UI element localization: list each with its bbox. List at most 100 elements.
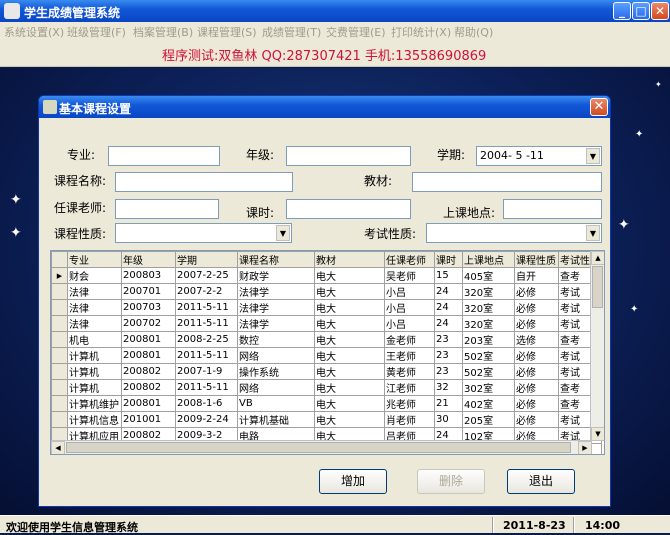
table-cell[interactable]: 必修 — [514, 395, 559, 412]
table-row[interactable]: 计算机维护 200801 2008-1-6 VB 电大 兆老师 21 402室 必修 查考 — [51, 395, 602, 412]
table-cell[interactable]: 网络 — [237, 379, 315, 396]
scroll-left-icon[interactable]: ◀ — [51, 441, 65, 454]
menu-archive[interactable]: 档案管理(B) — [133, 24, 193, 40]
table-cell[interactable]: 小吕 — [384, 315, 435, 332]
table-cell[interactable]: 计算机 — [67, 363, 122, 380]
chevron-down-icon[interactable]: ▼ — [586, 225, 600, 241]
table-cell[interactable]: 财政学 — [237, 267, 315, 284]
close-button[interactable]: ✕ — [651, 2, 669, 20]
table-cell[interactable]: 502室 — [462, 363, 515, 380]
table-row[interactable]: 法律 200703 2011-5-11 法律学 电大 小吕 24 320室 必修 考试 — [51, 299, 602, 316]
table-cell[interactable]: 电大 — [314, 363, 385, 380]
column-header[interactable]: 教材 — [314, 251, 385, 268]
table-cell[interactable]: 2007-1-9 — [175, 363, 238, 380]
table-cell[interactable]: 2007-2-2 — [175, 283, 238, 300]
table-cell[interactable]: 200801 — [121, 395, 176, 412]
table-cell[interactable]: 金老师 — [384, 331, 435, 348]
table-cell[interactable]: 江老师 — [384, 379, 435, 396]
table-cell[interactable]: 402室 — [462, 395, 515, 412]
major-input[interactable] — [108, 146, 220, 166]
table-cell[interactable]: 兆老师 — [384, 395, 435, 412]
table-cell[interactable]: 必修 — [514, 347, 559, 364]
table-cell[interactable]: 2008-2-25 — [175, 331, 238, 348]
delete-button[interactable]: 删除 — [417, 469, 485, 494]
table-cell[interactable]: 计算机信息 — [67, 411, 122, 428]
table-cell[interactable]: 21 — [434, 395, 463, 412]
table-row[interactable]: 计算机 200802 2011-5-11 网络 电大 江老师 32 302室 必修 查考 — [51, 379, 602, 396]
table-cell[interactable]: 必修 — [514, 315, 559, 332]
scroll-up-icon[interactable]: ▲ — [591, 251, 604, 265]
course-type-select[interactable]: ▼ — [115, 223, 292, 243]
menu-system[interactable]: 系统设置(X) — [4, 24, 64, 40]
course-name-input[interactable] — [115, 172, 293, 192]
row-selector[interactable] — [51, 315, 68, 332]
table-cell[interactable]: 必修 — [514, 379, 559, 396]
column-header[interactable]: 年级 — [121, 251, 176, 268]
table-cell[interactable]: 2009-2-24 — [175, 411, 238, 428]
table-cell[interactable]: 电大 — [314, 283, 385, 300]
table-cell[interactable]: 小吕 — [384, 283, 435, 300]
table-cell[interactable]: 320室 — [462, 299, 515, 316]
table-cell[interactable]: 24 — [434, 299, 463, 316]
table-cell[interactable]: 2011-5-11 — [175, 379, 238, 396]
table-cell[interactable]: 302室 — [462, 379, 515, 396]
table-cell[interactable]: 数控 — [237, 331, 315, 348]
table-cell[interactable]: 法律 — [67, 299, 122, 316]
scroll-right-icon[interactable]: ▶ — [578, 441, 592, 454]
table-row[interactable]: 法律 200702 2011-5-11 法律学 电大 小吕 24 320室 必修 考试 — [51, 315, 602, 332]
scroll-thumb[interactable] — [66, 442, 571, 453]
table-cell[interactable]: 小吕 — [384, 299, 435, 316]
table-cell[interactable]: 电大 — [314, 379, 385, 396]
row-selector[interactable] — [51, 299, 68, 316]
column-header[interactable]: 上课地点 — [462, 251, 515, 268]
table-cell[interactable]: 2008-1-6 — [175, 395, 238, 412]
row-selector[interactable] — [51, 363, 68, 380]
table-cell[interactable]: 计算机维护 — [67, 395, 122, 412]
table-cell[interactable]: 200803 — [121, 267, 176, 284]
table-cell[interactable]: 必修 — [514, 283, 559, 300]
table-cell[interactable]: 23 — [434, 363, 463, 380]
term-date-picker[interactable]: 2004- 5 -11 ▼ — [476, 146, 602, 166]
table-cell[interactable]: 24 — [434, 283, 463, 300]
table-cell[interactable]: 15 — [434, 267, 463, 284]
scroll-thumb[interactable] — [592, 266, 603, 308]
table-cell[interactable]: 电大 — [314, 411, 385, 428]
table-cell[interactable]: 网络 — [237, 347, 315, 364]
table-cell[interactable]: 电大 — [314, 299, 385, 316]
table-cell[interactable]: 200701 — [121, 283, 176, 300]
table-cell[interactable]: 2011-5-11 — [175, 347, 238, 364]
grade-input[interactable] — [286, 146, 411, 166]
table-cell[interactable]: 必修 — [514, 363, 559, 380]
column-header[interactable]: 课程性质 — [514, 251, 559, 268]
table-cell[interactable]: 30 — [434, 411, 463, 428]
table-cell[interactable]: 32 — [434, 379, 463, 396]
table-row[interactable]: 机电 200801 2008-2-25 数控 电大 金老师 23 203室 选修 查考 — [51, 331, 602, 348]
table-row[interactable]: 计算机 200802 2007-1-9 操作系统 电大 黄老师 23 502室 必修 考试 — [51, 363, 602, 380]
maximize-button[interactable]: □ — [632, 2, 650, 20]
menu-help[interactable]: 帮助(Q) — [454, 24, 493, 40]
table-row[interactable]: 计算机信息 201001 2009-2-24 计算机基础 电大 肖老师 30 205室 必修 考试 — [51, 411, 602, 428]
table-cell[interactable]: 财会 — [67, 267, 122, 284]
menu-fee[interactable]: 交费管理(E) — [326, 24, 386, 40]
table-cell[interactable]: 吴老师 — [384, 267, 435, 284]
table-row[interactable]: ▶ 财会 200803 2007-2-25 财政学 电大 吴老师 15 405室 自开 查考 — [51, 267, 602, 284]
table-cell[interactable]: 计算机基础 — [237, 411, 315, 428]
table-cell[interactable]: 肖老师 — [384, 411, 435, 428]
menu-class[interactable]: 班级管理(F) — [67, 24, 126, 40]
table-cell[interactable]: 203室 — [462, 331, 515, 348]
table-cell[interactable]: 200802 — [121, 379, 176, 396]
menu-score[interactable]: 成绩管理(T) — [262, 24, 321, 40]
table-cell[interactable]: 电大 — [314, 347, 385, 364]
table-cell[interactable]: 必修 — [514, 411, 559, 428]
table-cell[interactable]: 电大 — [314, 331, 385, 348]
table-cell[interactable]: 205室 — [462, 411, 515, 428]
table-cell[interactable]: 计算机 — [67, 379, 122, 396]
dialog-close-button[interactable]: ✕ — [590, 98, 608, 116]
row-selector[interactable] — [51, 379, 68, 396]
table-cell[interactable]: 201001 — [121, 411, 176, 428]
minimize-button[interactable]: _ — [613, 2, 631, 20]
horizontal-scrollbar[interactable]: ◀ ▶ — [51, 440, 592, 454]
table-cell[interactable]: 黄老师 — [384, 363, 435, 380]
scroll-down-icon[interactable]: ▼ — [591, 427, 604, 441]
column-header[interactable]: 任课老师 — [384, 251, 435, 268]
